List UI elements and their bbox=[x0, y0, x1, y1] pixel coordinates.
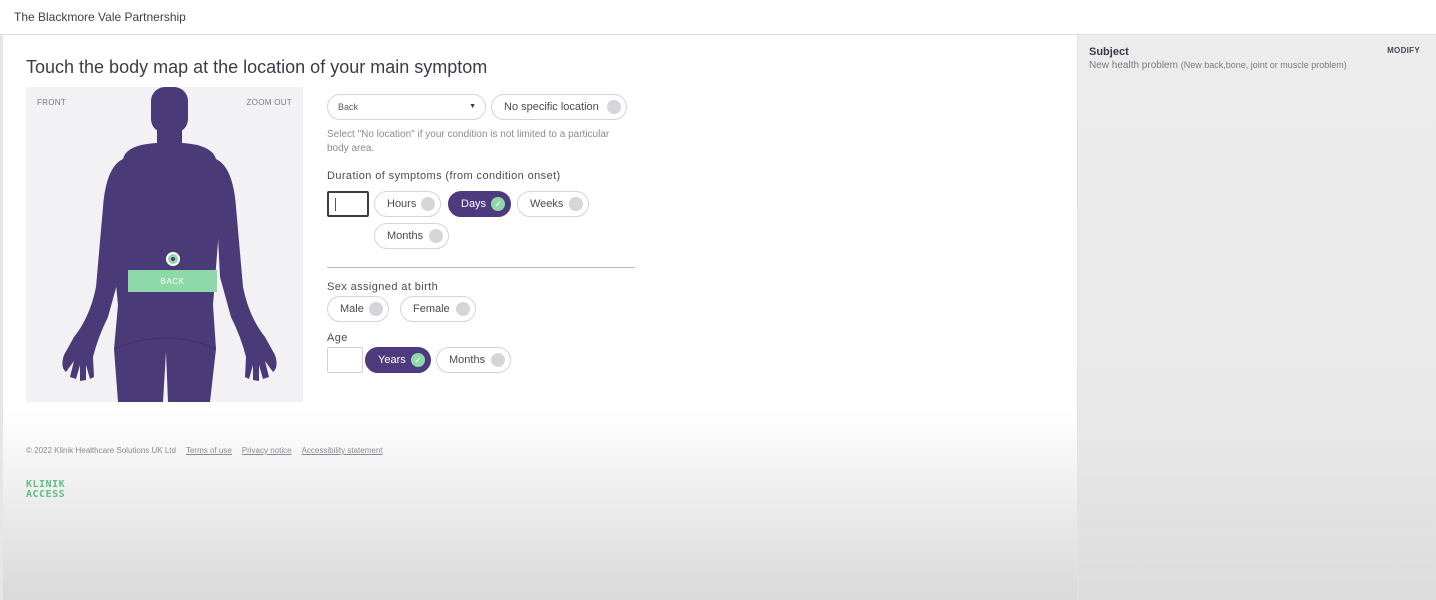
logo-line: ACCESS bbox=[26, 489, 66, 500]
sex-option-female[interactable]: Female bbox=[400, 296, 476, 322]
sex-option-male[interactable]: Male bbox=[327, 296, 389, 322]
duration-input[interactable] bbox=[327, 191, 369, 217]
age-unit-months[interactable]: Months bbox=[436, 347, 511, 373]
duration-label: Duration of symptoms (from condition ons… bbox=[327, 170, 561, 182]
subject-value-main: New health problem bbox=[1089, 60, 1178, 71]
radio-indicator bbox=[569, 197, 583, 211]
age-unit-label: Years bbox=[378, 354, 406, 366]
duration-unit-hours[interactable]: Hours bbox=[374, 191, 441, 217]
section-divider bbox=[327, 267, 635, 268]
symptom-location-marker[interactable] bbox=[166, 252, 180, 266]
copyright-text: © 2022 Klinik Healthcare Solutions UK Lt… bbox=[26, 446, 176, 455]
check-icon: ✓ bbox=[411, 353, 425, 367]
duration-unit-label: Days bbox=[461, 198, 487, 210]
privacy-notice-link[interactable]: Privacy notice bbox=[242, 446, 292, 455]
location-select[interactable]: Back ▼ bbox=[327, 94, 486, 120]
footer: © 2022 Klinik Healthcare Solutions UK Lt… bbox=[26, 446, 383, 455]
top-bar: The Blackmore Vale Partnership bbox=[0, 0, 1436, 35]
duration-unit-weeks[interactable]: Weeks bbox=[517, 191, 589, 217]
subject-value-detail: (New back,bone, joint or muscle problem) bbox=[1180, 60, 1347, 70]
radio-indicator bbox=[456, 302, 470, 316]
subject-value: New health problem (New back,bone, joint… bbox=[1089, 60, 1389, 71]
radio-indicator bbox=[429, 229, 443, 243]
sex-label: Sex assigned at birth bbox=[327, 281, 439, 293]
location-helper-text: Select "No location" if your condition i… bbox=[327, 129, 610, 154]
radio-indicator bbox=[491, 353, 505, 367]
check-icon: ✓ bbox=[491, 197, 505, 211]
radio-indicator bbox=[369, 302, 383, 316]
klinik-access-logo: KLINIK ACCESS bbox=[26, 480, 65, 500]
duration-unit-label: Weeks bbox=[530, 198, 564, 210]
page-title: Touch the body map at the location of yo… bbox=[26, 57, 488, 77]
body-map[interactable]: FRONT ZOOM OUT BACK bbox=[26, 87, 303, 402]
body-silhouette[interactable] bbox=[26, 87, 303, 402]
duration-unit-label: Hours bbox=[387, 198, 417, 210]
sex-option-label: Male bbox=[340, 303, 364, 315]
age-unit-years[interactable]: Years ✓ bbox=[365, 347, 431, 373]
summary-panel: Subject MODIFY New health problem (New b… bbox=[1077, 35, 1436, 600]
location-select-value: Back bbox=[338, 102, 359, 112]
duration-unit-days[interactable]: Days ✓ bbox=[448, 191, 511, 217]
radio-indicator bbox=[607, 100, 621, 114]
age-unit-label: Months bbox=[449, 354, 486, 366]
terms-of-use-link[interactable]: Terms of use bbox=[186, 446, 232, 455]
no-specific-location-option[interactable]: No specific location bbox=[491, 94, 627, 120]
selected-area-label[interactable]: BACK bbox=[128, 270, 217, 292]
duration-unit-label: Months bbox=[387, 230, 424, 242]
no-specific-location-label: No specific location bbox=[504, 101, 599, 113]
duration-unit-months[interactable]: Months bbox=[374, 223, 449, 249]
accessibility-statement-link[interactable]: Accessibility statement bbox=[302, 446, 383, 455]
text-cursor bbox=[335, 198, 336, 211]
age-label: Age bbox=[327, 332, 348, 344]
subject-heading: Subject bbox=[1089, 46, 1129, 58]
age-input[interactable] bbox=[327, 347, 363, 373]
chevron-down-icon: ▼ bbox=[469, 103, 476, 110]
sex-option-label: Female bbox=[413, 303, 450, 315]
org-name: The Blackmore Vale Partnership bbox=[14, 10, 186, 24]
modify-button[interactable]: MODIFY bbox=[1387, 46, 1420, 55]
radio-indicator bbox=[421, 197, 435, 211]
